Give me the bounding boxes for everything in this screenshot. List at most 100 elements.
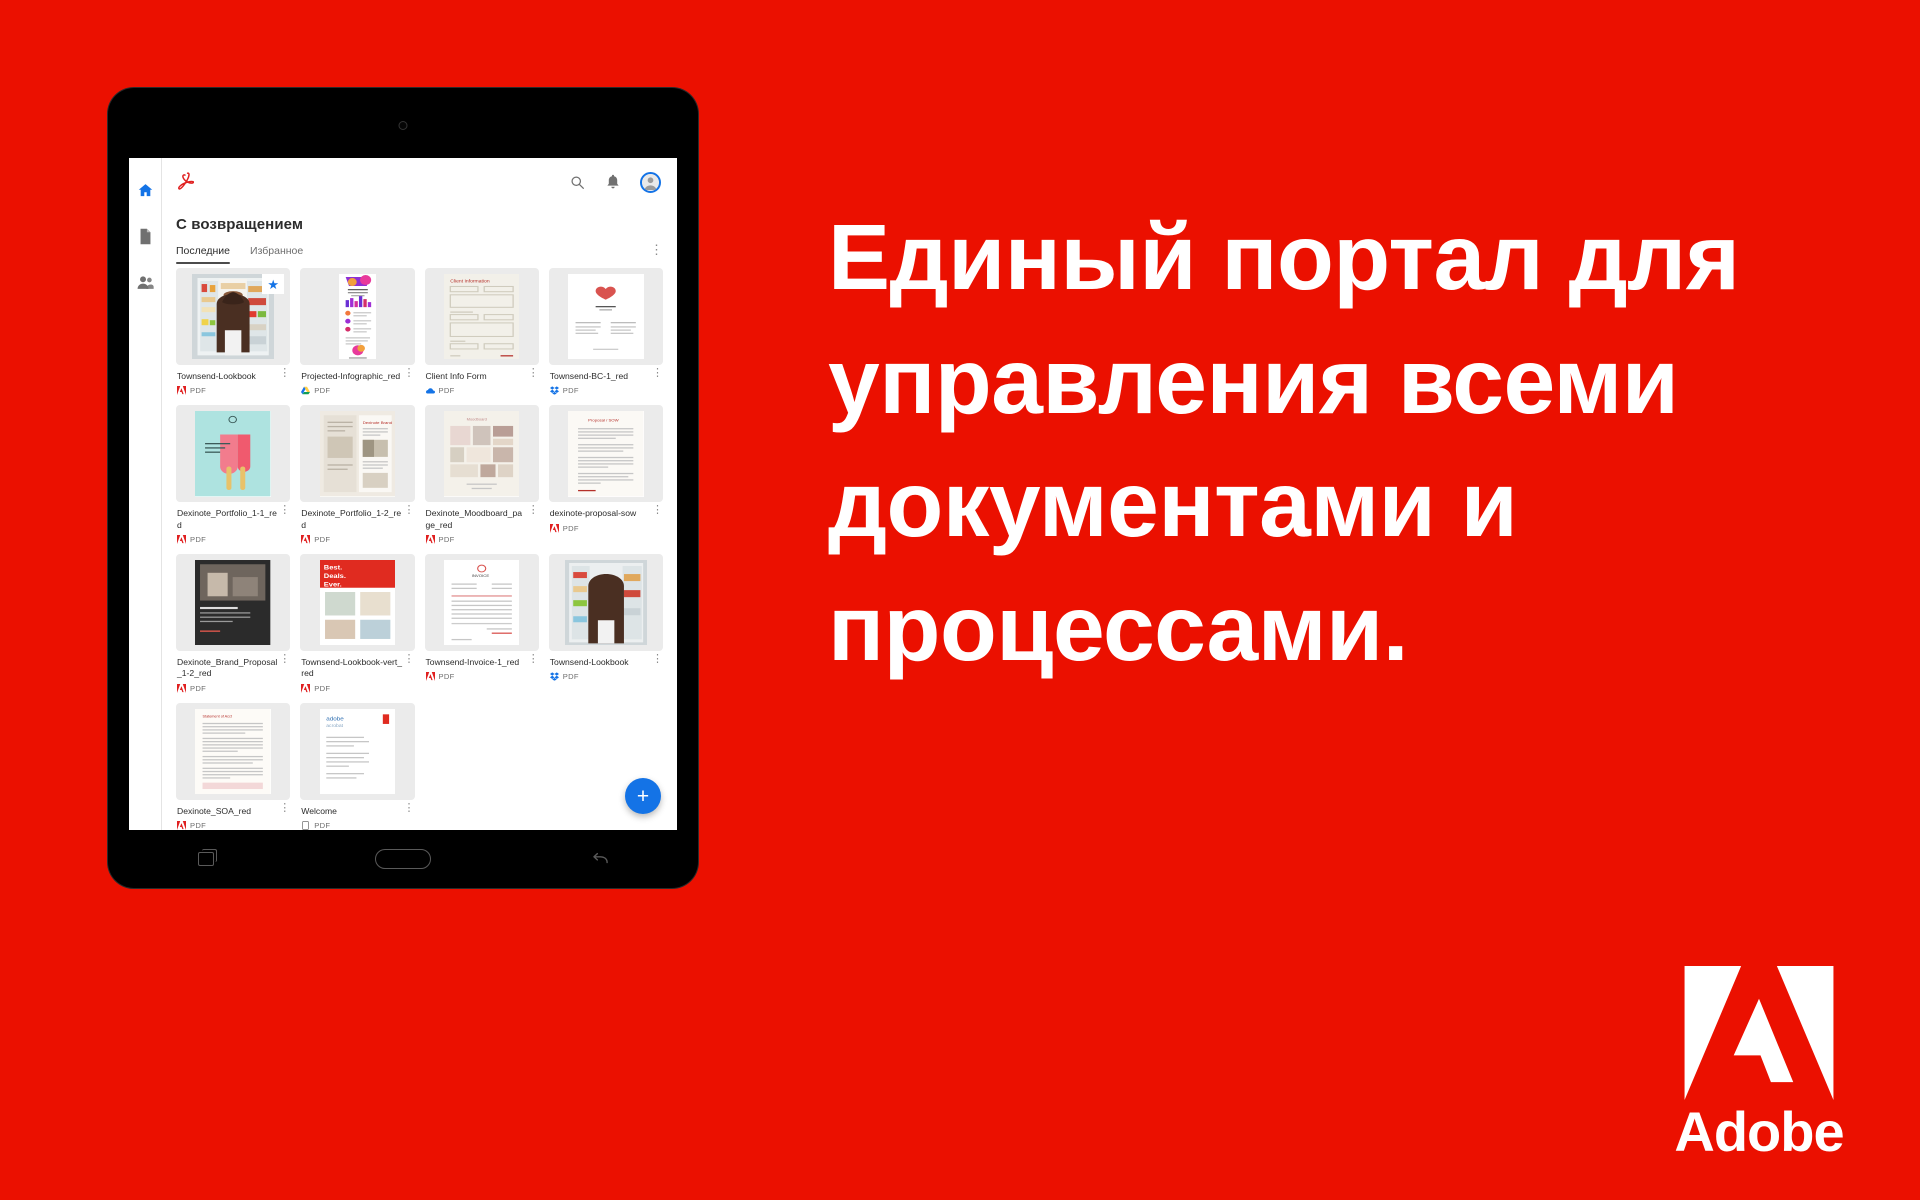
file-name: Townsend-Lookbook-vert_red — [301, 657, 403, 679]
file-thumbnail[interactable] — [548, 268, 663, 365]
create-file-button[interactable]: + — [625, 778, 661, 814]
adobe-icon — [177, 683, 186, 693]
file-overflow-menu[interactable]: ⋮ — [404, 368, 415, 379]
file-name: Townsend-Invoice-1_red — [425, 657, 520, 668]
svg-text:Deals.: Deals. — [323, 573, 345, 579]
list-overflow-menu[interactable]: ⋮ — [650, 243, 663, 261]
front-camera — [398, 121, 408, 130]
avatar-image — [640, 171, 661, 193]
file-source: PDF — [177, 821, 290, 830]
file-card[interactable]: Moodboard Dexinote_Moodboard_page_red ⋮ … — [424, 405, 539, 545]
file-overflow-menu[interactable]: ⋮ — [528, 505, 539, 516]
adobe-icon — [301, 683, 311, 693]
file-type-label: PDF — [314, 821, 331, 830]
svg-text:Moodboard: Moodboard — [467, 418, 487, 422]
file-meta: Townsend-Lookbook ⋮ PDF — [549, 651, 663, 681]
svg-text:acrobat: acrobat — [326, 723, 344, 728]
topbar-actions — [568, 171, 661, 193]
file-overflow-menu[interactable]: ⋮ — [528, 654, 539, 665]
files-scroll-area[interactable]: ★ Townsend-Lookbook ⋮ PDF Projected-Info… — [162, 264, 677, 830]
file-overflow-menu[interactable]: ⋮ — [652, 505, 663, 516]
file-type-label: PDF — [190, 535, 207, 545]
file-overflow-menu[interactable]: ⋮ — [528, 368, 539, 379]
file-preview — [195, 411, 271, 497]
people-icon — [137, 275, 154, 290]
file-card[interactable]: Townsend-BC-1_red ⋮ PDF — [548, 268, 663, 396]
adobe-logo: Adobe — [1670, 966, 1848, 1160]
headline-line-2: управления всеми — [828, 328, 1679, 433]
sidebar-item-home[interactable] — [135, 180, 155, 200]
sidebar-item-shared[interactable] — [135, 272, 155, 292]
file-name: Townsend-Lookbook — [177, 371, 256, 381]
file-card[interactable]: Dexinote_Portfolio_1-1_red ⋮ PDF — [176, 405, 291, 545]
file-overflow-menu[interactable]: ⋮ — [279, 505, 290, 516]
file-card[interactable]: Projected-Infographic_red ⋮ PDF — [300, 268, 415, 396]
file-preview: Moodboard — [443, 411, 520, 497]
file-overflow-menu[interactable]: ⋮ — [279, 368, 290, 379]
favorite-star-icon[interactable]: ★ — [262, 274, 285, 294]
file-card[interactable]: Townsend-Lookbook ⋮ PDF — [548, 554, 663, 693]
tab-favorites[interactable]: Избранное — [250, 245, 303, 264]
file-card[interactable]: Best. Deals. Ever. Townsend-Lookbook-ver… — [300, 554, 415, 693]
file-overflow-menu[interactable]: ⋮ — [404, 505, 415, 516]
file-meta: Dexinote_Moodboard_page_red ⋮ PDF — [425, 502, 539, 545]
file-overflow-menu[interactable]: ⋮ — [404, 654, 415, 665]
file-thumbnail[interactable] — [548, 554, 663, 652]
nav-home-button[interactable] — [305, 849, 502, 869]
file-overflow-menu[interactable]: ⋮ — [279, 802, 290, 813]
file-card[interactable]: Client Information Client Info Form ⋮ PD… — [424, 268, 539, 396]
file-thumbnail[interactable] — [300, 268, 415, 365]
file-card[interactable]: adobe acrobat Welcome ⋮ PDF — [300, 702, 415, 830]
file-thumbnail[interactable]: Best. Deals. Ever. — [300, 554, 415, 652]
file-card[interactable]: Statement of Acct Dexinote_SOA_red ⋮ PDF — [176, 702, 291, 830]
file-preview — [564, 559, 647, 646]
nav-back-button[interactable] — [501, 851, 698, 867]
app-topbar — [162, 158, 677, 206]
page-title: С возвращением — [176, 216, 304, 233]
file-thumbnail[interactable]: ★ — [176, 268, 291, 365]
file-thumbnail[interactable]: INVOICE — [424, 554, 539, 652]
adobe-icon — [177, 386, 186, 396]
file-thumbnail[interactable]: adobe acrobat — [300, 702, 415, 800]
bell-icon[interactable] — [604, 173, 622, 191]
file-meta: Townsend-Invoice-1_red ⋮ PDF — [425, 651, 539, 682]
tab-recent[interactable]: Последние — [176, 245, 231, 264]
file-overflow-menu[interactable]: ⋮ — [652, 654, 663, 665]
file-type-label: PDF — [438, 386, 455, 396]
file-thumbnail[interactable]: Statement of Acct — [176, 702, 291, 800]
file-card[interactable]: ★ Townsend-Lookbook ⋮ PDF — [176, 268, 291, 396]
file-meta: Dexinote_SOA_red ⋮ PDF — [176, 800, 290, 830]
file-thumbnail[interactable] — [176, 554, 291, 652]
device-icon — [301, 821, 310, 830]
file-type-label: PDF — [314, 386, 331, 396]
adobe-icon — [177, 821, 186, 830]
file-type-label: PDF — [190, 386, 207, 396]
file-thumbnail[interactable]: Proposal / SOW — [548, 405, 663, 503]
file-card[interactable]: INVOICE Townsend-Invoice-1_red ⋮ PDF — [424, 554, 539, 693]
file-card[interactable]: Dexinote Brand Dexinote_Portfolio_1-2_re… — [300, 405, 415, 545]
file-type-label: PDF — [562, 386, 579, 396]
search-icon[interactable] — [568, 173, 586, 191]
file-name: Townsend-Lookbook — [549, 657, 629, 668]
file-card[interactable]: Dexinote_Brand_Proposal_1-2_red ⋮ PDF — [176, 554, 291, 693]
file-thumbnail[interactable]: Client Information — [424, 268, 539, 365]
file-overflow-menu[interactable]: ⋮ — [652, 368, 663, 379]
file-source: PDF — [177, 535, 290, 545]
sidebar-item-files[interactable] — [135, 226, 155, 246]
file-name: Dexinote_SOA_red — [177, 805, 252, 816]
file-card[interactable]: Proposal / SOW dexinote-proposal-sow ⋮ P… — [548, 405, 663, 544]
file-thumbnail[interactable] — [176, 405, 291, 503]
tablet-screen: С возвращением Последние Избранное ⋮ ★ T… — [129, 158, 677, 830]
android-navigation-bar — [108, 830, 698, 888]
file-thumbnail[interactable]: Moodboard — [424, 405, 539, 503]
avatar[interactable] — [640, 171, 661, 193]
file-preview — [195, 559, 271, 646]
file-overflow-menu[interactable]: ⋮ — [404, 802, 415, 813]
file-meta: dexinote-proposal-sow ⋮ PDF — [549, 502, 663, 533]
file-overflow-menu[interactable]: ⋮ — [279, 654, 290, 665]
file-source: PDF — [177, 683, 290, 693]
file-name: Client Info Form — [425, 371, 487, 381]
file-thumbnail[interactable]: Dexinote Brand — [300, 405, 415, 503]
tablet-device: С возвращением Последние Избранное ⋮ ★ T… — [108, 88, 698, 888]
nav-recents-button[interactable] — [108, 849, 305, 866]
